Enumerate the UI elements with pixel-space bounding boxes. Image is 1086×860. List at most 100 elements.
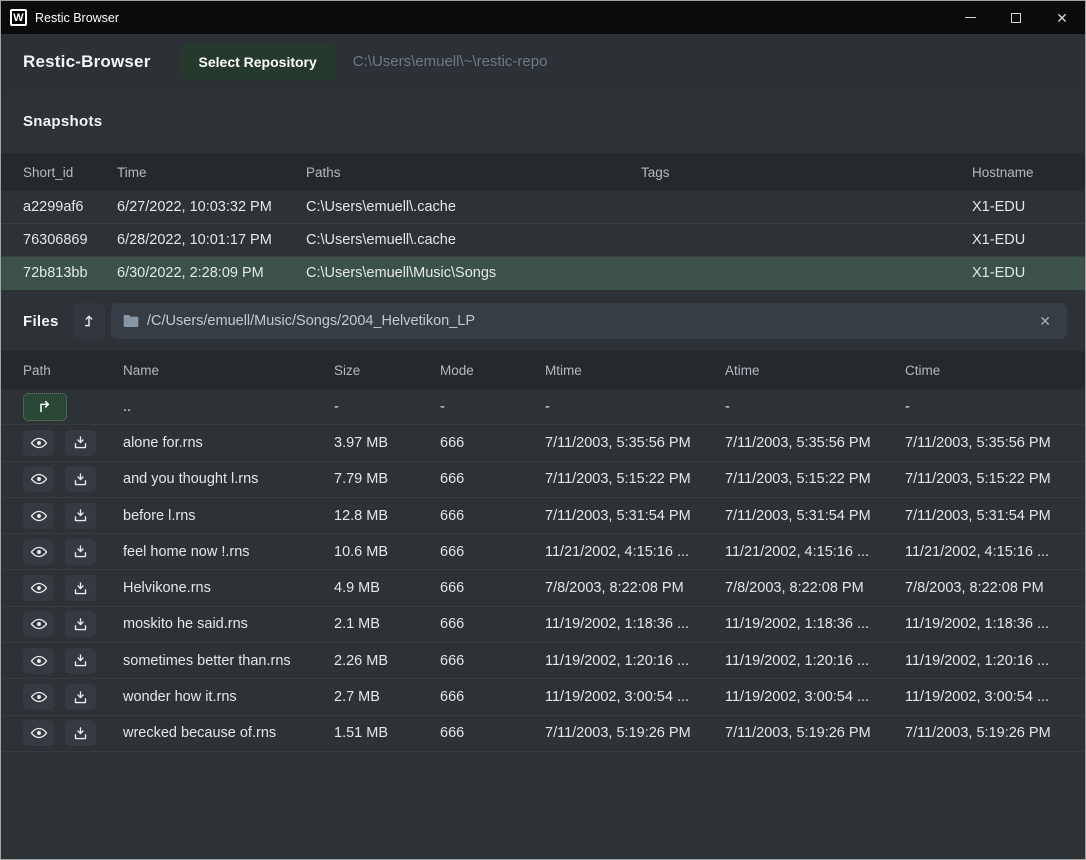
eye-icon [30, 690, 48, 704]
file-row[interactable]: wonder how it.rns 2.7 MB 666 11/19/2002,… [1, 679, 1085, 715]
file-ctime: 11/19/2002, 1:18:36 ... [905, 616, 1085, 632]
clear-path-button[interactable]: ✕ [1035, 311, 1055, 332]
preview-file-button[interactable] [23, 466, 54, 492]
snapshot-row-selected[interactable]: 72b813bb 6/30/2022, 2:28:09 PM C:\Users\… [1, 257, 1085, 290]
preview-file-button[interactable] [23, 648, 54, 674]
eye-icon [30, 617, 48, 631]
file-mode: 666 [440, 616, 545, 632]
preview-file-button[interactable] [23, 611, 54, 637]
download-file-button[interactable] [65, 720, 96, 746]
file-row[interactable]: sometimes better than.rns 2.26 MB 666 11… [1, 643, 1085, 679]
file-size: 1.51 MB [334, 725, 440, 741]
file-mtime: 11/19/2002, 1:18:36 ... [545, 616, 725, 632]
file-size: 7.79 MB [334, 471, 440, 487]
file-mtime: 11/19/2002, 3:00:54 ... [545, 689, 725, 705]
select-repository-button[interactable]: Select Repository [181, 44, 335, 80]
go-to-parent-button[interactable] [23, 393, 67, 421]
window-title: Restic Browser [35, 11, 947, 25]
preview-file-button[interactable] [23, 430, 54, 456]
download-file-button[interactable] [65, 466, 96, 492]
snapshot-paths: C:\Users\emuell\Music\Songs [306, 265, 641, 281]
snapshots-table-header: Short_id Time Paths Tags Hostname [1, 153, 1085, 191]
app-title: Restic-Browser [23, 52, 151, 72]
maximize-button[interactable] [993, 1, 1039, 34]
preview-file-button[interactable] [23, 539, 54, 565]
file-row[interactable]: Helvikone.rns 4.9 MB 666 7/8/2003, 8:22:… [1, 570, 1085, 606]
file-mtime: 7/11/2003, 5:19:26 PM [545, 725, 725, 741]
preview-file-button[interactable] [23, 575, 54, 601]
download-icon [73, 508, 88, 523]
file-name: moskito he said.rns [123, 616, 334, 632]
file-ctime: 11/19/2002, 1:20:16 ... [905, 653, 1085, 669]
column-ctime: Ctime [905, 363, 1085, 378]
app-header: Restic-Browser Select Repository C:\User… [1, 34, 1085, 89]
file-mtime: - [545, 399, 725, 415]
file-ctime: 7/11/2003, 5:35:56 PM [905, 435, 1085, 451]
eye-icon [30, 581, 48, 595]
eye-icon [30, 472, 48, 486]
dump-snapshot-button[interactable] [73, 303, 105, 339]
minimize-button[interactable] [947, 1, 993, 34]
download-file-button[interactable] [65, 684, 96, 710]
snapshot-time: 6/28/2022, 10:01:17 PM [117, 232, 306, 248]
file-mtime: 11/19/2002, 1:20:16 ... [545, 653, 725, 669]
snapshot-time: 6/30/2022, 2:28:09 PM [117, 265, 306, 281]
file-name: wonder how it.rns [123, 689, 334, 705]
maximize-icon [1011, 13, 1021, 23]
download-icon [73, 653, 88, 668]
file-mtime: 7/11/2003, 5:31:54 PM [545, 508, 725, 524]
snapshot-row[interactable]: a2299af6 6/27/2022, 10:03:32 PM C:\Users… [1, 191, 1085, 224]
file-mode: 666 [440, 653, 545, 669]
preview-file-button[interactable] [23, 503, 54, 529]
app-logo-icon: W [10, 9, 27, 26]
file-row[interactable]: wrecked because of.rns 1.51 MB 666 7/11/… [1, 716, 1085, 752]
file-atime: 11/19/2002, 1:18:36 ... [725, 616, 905, 632]
file-mode: 666 [440, 689, 545, 705]
snapshot-hostname: X1-EDU [972, 199, 1085, 215]
eye-icon [30, 545, 48, 559]
download-file-button[interactable] [65, 430, 96, 456]
close-button[interactable]: ✕ [1039, 1, 1085, 34]
download-file-button[interactable] [65, 575, 96, 601]
file-row[interactable]: before l.rns 12.8 MB 666 7/11/2003, 5:31… [1, 498, 1085, 534]
file-size: 2.26 MB [334, 653, 440, 669]
file-size: 12.8 MB [334, 508, 440, 524]
preview-file-button[interactable] [23, 720, 54, 746]
file-row[interactable]: alone for.rns 3.97 MB 666 7/11/2003, 5:3… [1, 425, 1085, 461]
file-ctime: 7/8/2003, 8:22:08 PM [905, 580, 1085, 596]
column-atime: Atime [725, 363, 905, 378]
download-file-button[interactable] [65, 648, 96, 674]
file-atime: 7/11/2003, 5:15:22 PM [725, 471, 905, 487]
file-atime: 7/8/2003, 8:22:08 PM [725, 580, 905, 596]
file-size: 2.7 MB [334, 689, 440, 705]
file-row[interactable]: feel home now !.rns 10.6 MB 666 11/21/20… [1, 534, 1085, 570]
folder-icon [123, 314, 139, 328]
file-row[interactable]: and you thought l.rns 7.79 MB 666 7/11/2… [1, 462, 1085, 498]
download-icon [73, 544, 88, 559]
file-name: wrecked because of.rns [123, 725, 334, 741]
snapshot-paths: C:\Users\emuell\.cache [306, 232, 641, 248]
parent-directory-row[interactable]: .. - - - - - [1, 389, 1085, 425]
file-atime: 11/19/2002, 1:20:16 ... [725, 653, 905, 669]
repository-path: C:\Users\emuell\~\restic-repo [353, 53, 548, 70]
snapshot-hostname: X1-EDU [972, 232, 1085, 248]
download-file-button[interactable] [65, 611, 96, 637]
eye-icon [30, 654, 48, 668]
file-row[interactable]: moskito he said.rns 2.1 MB 666 11/19/200… [1, 607, 1085, 643]
preview-file-button[interactable] [23, 684, 54, 710]
empty-area [1, 752, 1085, 859]
eye-icon [30, 436, 48, 450]
file-name: before l.rns [123, 508, 334, 524]
file-name: feel home now !.rns [123, 544, 334, 560]
file-size: 10.6 MB [334, 544, 440, 560]
current-path-value: /C/Users/emuell/Music/Songs/2004_Helveti… [147, 313, 1035, 329]
file-ctime: 7/11/2003, 5:19:26 PM [905, 725, 1085, 741]
eye-icon [30, 726, 48, 740]
download-icon [73, 690, 88, 705]
file-mode: - [440, 399, 545, 415]
download-file-button[interactable] [65, 503, 96, 529]
column-mode: Mode [440, 363, 545, 378]
snapshot-row[interactable]: 76306869 6/28/2022, 10:01:17 PM C:\Users… [1, 224, 1085, 257]
download-file-button[interactable] [65, 539, 96, 565]
current-path-input[interactable]: /C/Users/emuell/Music/Songs/2004_Helveti… [111, 303, 1067, 339]
